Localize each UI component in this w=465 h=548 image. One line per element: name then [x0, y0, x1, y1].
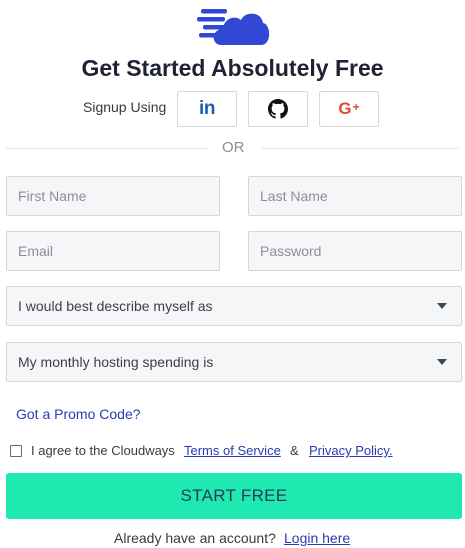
google-plus-icon: G+ — [338, 99, 360, 118]
already-have-account-text: Already have an account? — [114, 530, 276, 546]
promo-code-link[interactable]: Got a Promo Code? — [16, 406, 141, 422]
privacy-policy-link[interactable]: Privacy Policy. — [309, 443, 393, 458]
describe-yourself-select-value: I would best describe myself as — [18, 298, 213, 314]
linkedin-icon: in — [199, 98, 215, 119]
password-field[interactable] — [248, 231, 462, 271]
first-name-field[interactable] — [6, 176, 220, 216]
divider-line-right — [262, 148, 459, 149]
terms-of-service-link[interactable]: Terms of Service — [184, 443, 281, 458]
chevron-down-icon — [437, 359, 447, 365]
signup-using-label: Signup Using — [83, 99, 167, 115]
ampersand-text: & — [290, 443, 299, 458]
google-plus-signup-button[interactable]: G+ — [319, 91, 379, 127]
start-free-button[interactable]: START FREE — [6, 473, 462, 519]
github-signup-button[interactable] — [248, 91, 308, 127]
agree-terms-checkbox[interactable] — [10, 445, 22, 457]
divider-line-left — [6, 148, 207, 149]
describe-yourself-select[interactable]: I would best describe myself as — [6, 286, 462, 326]
linkedin-signup-button[interactable]: in — [177, 91, 237, 127]
page-title: Get Started Absolutely Free — [81, 55, 384, 81]
login-link[interactable]: Login here — [284, 530, 350, 546]
email-field[interactable] — [6, 231, 220, 271]
cloud-speed-logo-icon — [197, 9, 270, 46]
agree-terms-label: I agree to the Cloudways — [31, 443, 175, 458]
or-divider-text: OR — [222, 139, 245, 156]
chevron-down-icon — [437, 303, 447, 309]
hosting-spending-select-value: My monthly hosting spending is — [18, 354, 214, 370]
last-name-field[interactable] — [248, 176, 462, 216]
hosting-spending-select[interactable]: My monthly hosting spending is — [6, 342, 462, 382]
github-icon — [268, 99, 288, 119]
